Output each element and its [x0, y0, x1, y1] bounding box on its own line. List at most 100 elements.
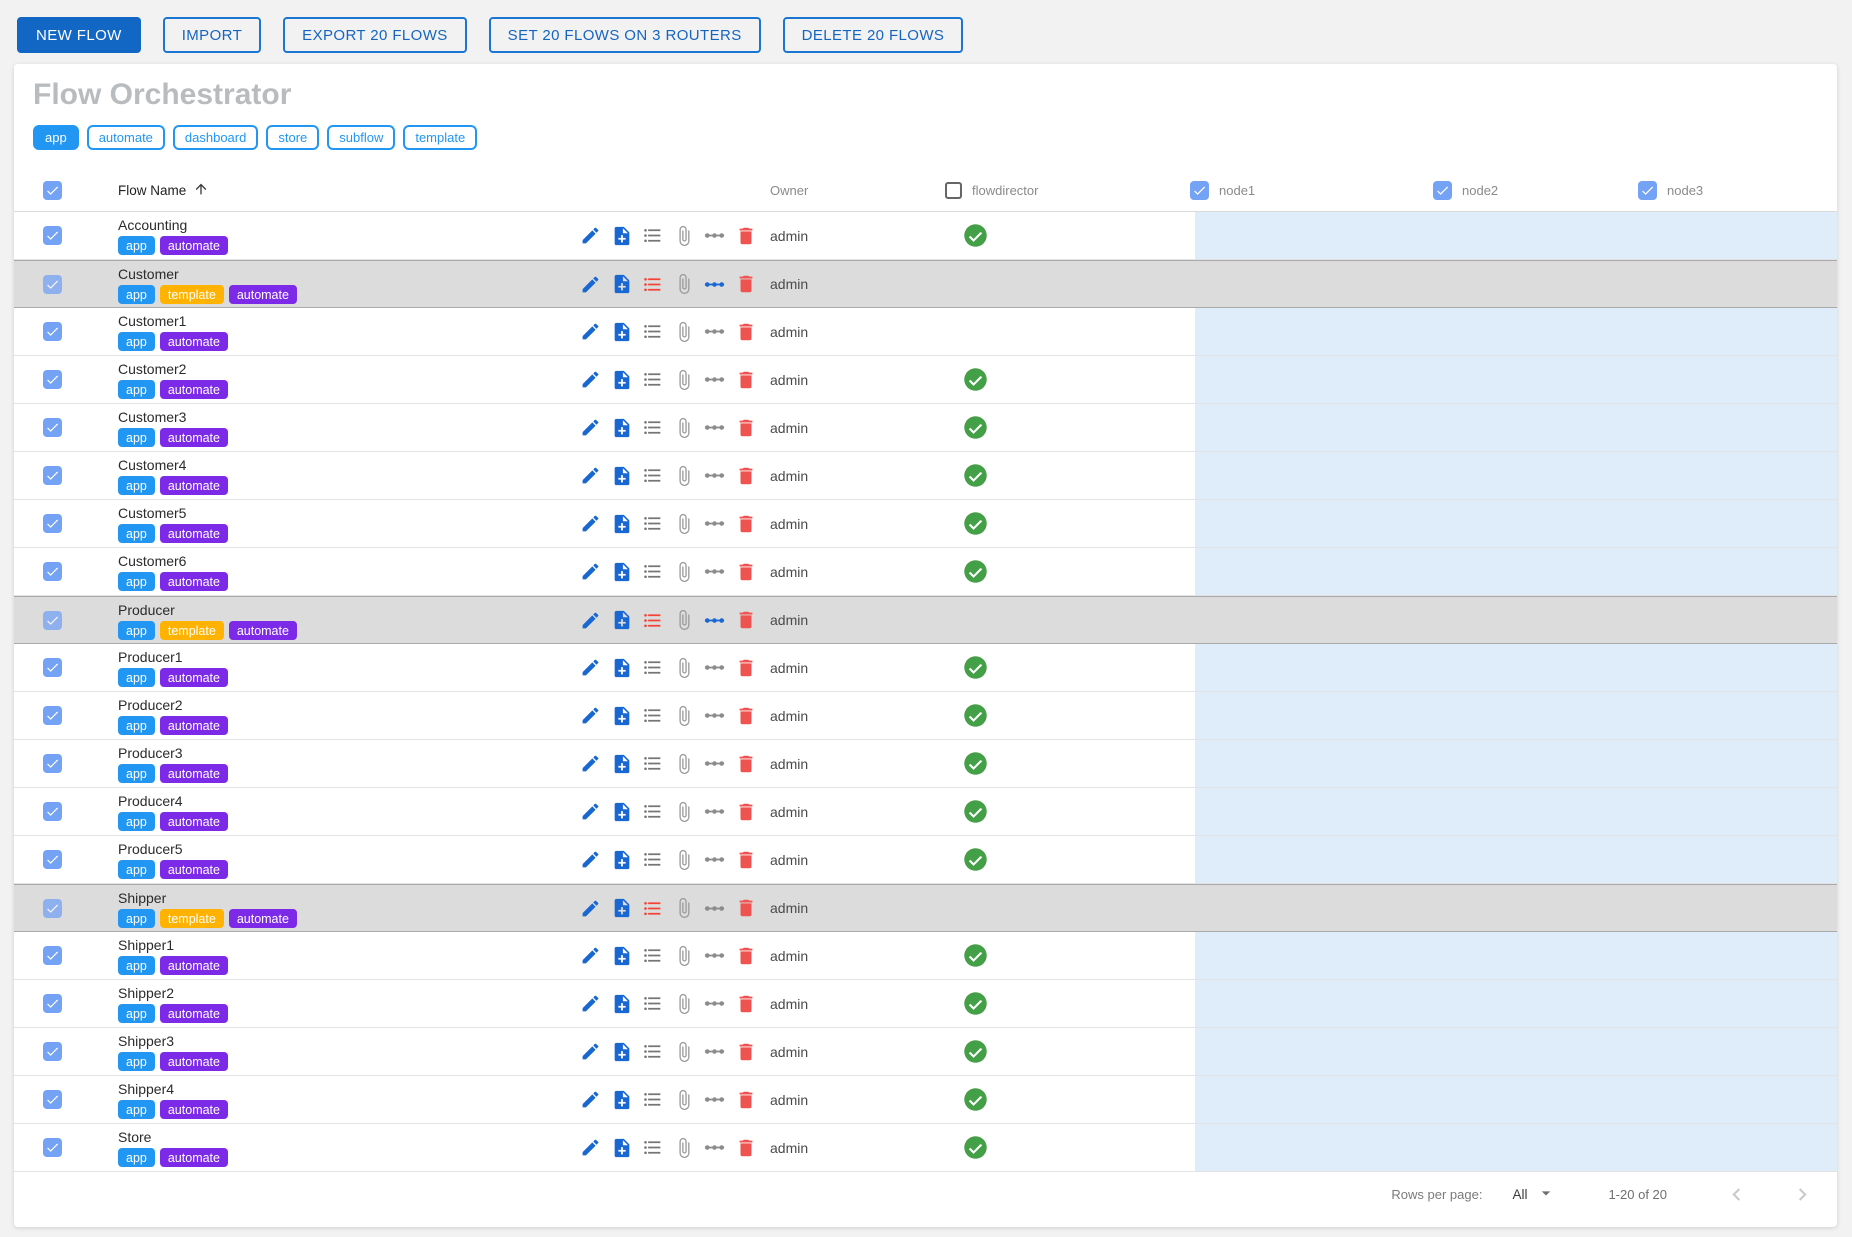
add-note-button[interactable]	[609, 847, 634, 872]
flow-list-button[interactable]	[640, 1039, 665, 1064]
next-page-button[interactable]	[1789, 1181, 1815, 1207]
edit-flow-button[interactable]	[578, 655, 603, 680]
row-checkbox[interactable]	[43, 562, 62, 581]
attachment-button[interactable]	[671, 799, 696, 824]
table-row[interactable]: Producer5appautomateadmin	[14, 836, 1837, 884]
rows-per-page-select[interactable]: All	[1512, 1183, 1556, 1206]
row-checkbox[interactable]	[43, 418, 62, 437]
flow-list-button[interactable]	[640, 896, 665, 921]
connections-button[interactable]	[702, 847, 727, 872]
table-row[interactable]: Customer2appautomateadmin	[14, 356, 1837, 404]
filter-chip-store[interactable]: store	[266, 125, 319, 150]
row-checkbox[interactable]	[43, 611, 62, 630]
add-note-button[interactable]	[609, 367, 634, 392]
attachment-button[interactable]	[671, 1087, 696, 1112]
connections-button[interactable]	[702, 463, 727, 488]
row-checkbox[interactable]	[43, 754, 62, 773]
edit-flow-button[interactable]	[578, 1039, 603, 1064]
edit-flow-button[interactable]	[578, 847, 603, 872]
delete-flow-button[interactable]	[733, 943, 758, 968]
connections-button[interactable]	[702, 1135, 727, 1160]
row-checkbox[interactable]	[43, 226, 62, 245]
table-row[interactable]: Accountingappautomateadmin	[14, 212, 1837, 260]
add-note-button[interactable]	[609, 1039, 634, 1064]
flow-list-button[interactable]	[640, 367, 665, 392]
attachment-button[interactable]	[671, 896, 696, 921]
attachment-button[interactable]	[671, 991, 696, 1016]
attachment-button[interactable]	[671, 463, 696, 488]
edit-flow-button[interactable]	[578, 319, 603, 344]
delete-flow-button[interactable]	[733, 655, 758, 680]
add-note-button[interactable]	[609, 655, 634, 680]
delete-flow-button[interactable]	[733, 415, 758, 440]
delete-flow-button[interactable]	[733, 799, 758, 824]
add-note-button[interactable]	[609, 272, 634, 297]
add-note-button[interactable]	[609, 896, 634, 921]
connections-button[interactable]	[702, 751, 727, 776]
set-flows-on-routers-button[interactable]: SET 20 FLOWS ON 3 ROUTERS	[489, 17, 761, 53]
flow-list-button[interactable]	[640, 703, 665, 728]
filter-chip-app[interactable]: app	[33, 125, 79, 150]
row-checkbox[interactable]	[43, 322, 62, 341]
add-note-button[interactable]	[609, 1087, 634, 1112]
delete-flow-button[interactable]	[733, 896, 758, 921]
row-checkbox[interactable]	[43, 1138, 62, 1157]
flow-list-button[interactable]	[640, 415, 665, 440]
table-row[interactable]: Shipper4appautomateadmin	[14, 1076, 1837, 1124]
flow-list-button[interactable]	[640, 608, 665, 633]
flow-list-button[interactable]	[640, 799, 665, 824]
row-checkbox[interactable]	[43, 370, 62, 389]
flow-list-button[interactable]	[640, 847, 665, 872]
connections-button[interactable]	[702, 367, 727, 392]
connections-button[interactable]	[702, 896, 727, 921]
table-row[interactable]: Shipper2appautomateadmin	[14, 980, 1837, 1028]
connections-button[interactable]	[702, 415, 727, 440]
connections-button[interactable]	[702, 319, 727, 344]
attachment-button[interactable]	[671, 1039, 696, 1064]
add-note-button[interactable]	[609, 991, 634, 1016]
add-note-button[interactable]	[609, 463, 634, 488]
add-note-button[interactable]	[609, 799, 634, 824]
attachment-button[interactable]	[671, 751, 696, 776]
edit-flow-button[interactable]	[578, 463, 603, 488]
delete-flow-button[interactable]	[733, 991, 758, 1016]
attachment-button[interactable]	[671, 943, 696, 968]
edit-flow-button[interactable]	[578, 943, 603, 968]
table-row[interactable]: Producer1appautomateadmin	[14, 644, 1837, 692]
table-row[interactable]: Producer2appautomateadmin	[14, 692, 1837, 740]
connections-button[interactable]	[702, 943, 727, 968]
flow-list-button[interactable]	[640, 511, 665, 536]
delete-flow-button[interactable]	[733, 847, 758, 872]
edit-flow-button[interactable]	[578, 799, 603, 824]
add-note-button[interactable]	[609, 608, 634, 633]
edit-flow-button[interactable]	[578, 751, 603, 776]
flow-list-button[interactable]	[640, 1135, 665, 1160]
edit-flow-button[interactable]	[578, 367, 603, 392]
connections-button[interactable]	[702, 655, 727, 680]
flow-list-button[interactable]	[640, 223, 665, 248]
flow-name-sort-header[interactable]: Flow Name	[118, 168, 209, 212]
row-checkbox[interactable]	[43, 994, 62, 1013]
row-checkbox[interactable]	[43, 514, 62, 533]
table-row[interactable]: Shipper1appautomateadmin	[14, 932, 1837, 980]
flow-list-button[interactable]	[640, 1087, 665, 1112]
flow-list-button[interactable]	[640, 319, 665, 344]
row-checkbox[interactable]	[43, 802, 62, 821]
node2-checkbox[interactable]	[1433, 181, 1452, 200]
delete-flow-button[interactable]	[733, 1135, 758, 1160]
table-row[interactable]: Producer3appautomateadmin	[14, 740, 1837, 788]
row-checkbox[interactable]	[43, 275, 62, 294]
edit-flow-button[interactable]	[578, 608, 603, 633]
add-note-button[interactable]	[609, 223, 634, 248]
connections-button[interactable]	[702, 608, 727, 633]
edit-flow-button[interactable]	[578, 415, 603, 440]
add-note-button[interactable]	[609, 511, 634, 536]
table-row[interactable]: Customer1appautomateadmin	[14, 308, 1837, 356]
filter-chip-template[interactable]: template	[403, 125, 477, 150]
row-checkbox[interactable]	[43, 946, 62, 965]
filter-chip-dashboard[interactable]: dashboard	[173, 125, 258, 150]
table-row[interactable]: Shipper3appautomateadmin	[14, 1028, 1837, 1076]
attachment-button[interactable]	[671, 655, 696, 680]
delete-flow-button[interactable]	[733, 1087, 758, 1112]
node3-checkbox[interactable]	[1638, 181, 1657, 200]
